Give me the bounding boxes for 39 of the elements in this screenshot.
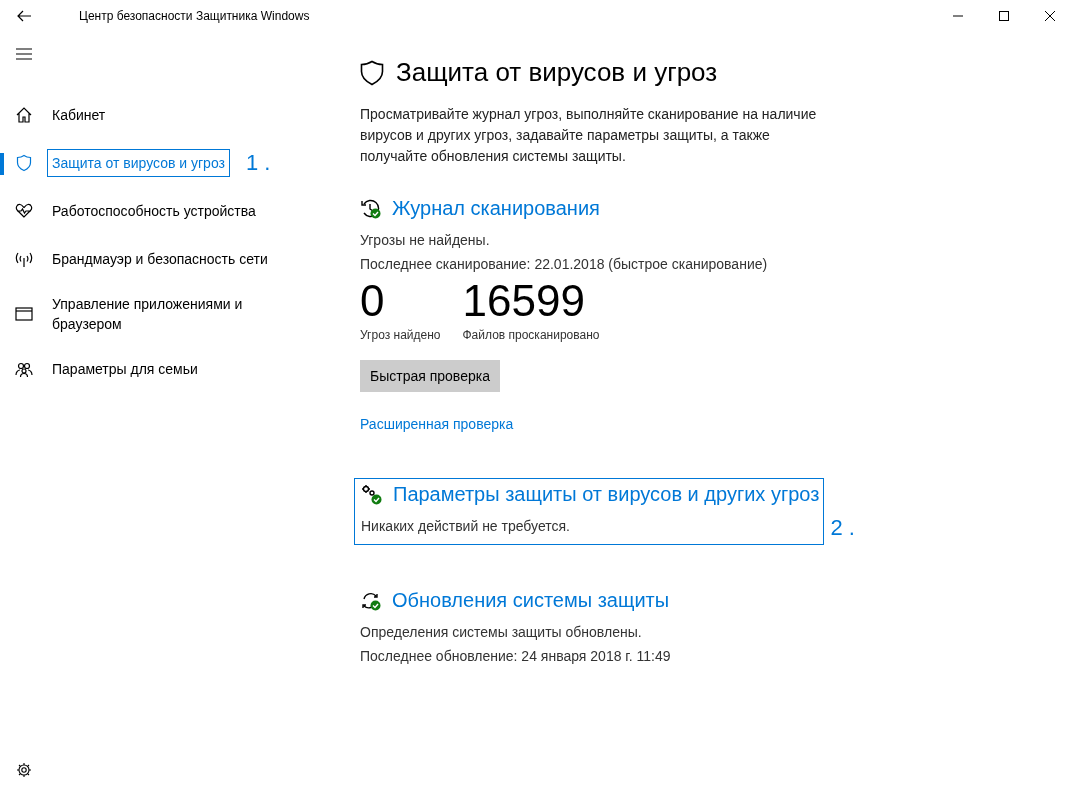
sidebar-item[interactable]: Параметры для семьи <box>47 355 203 383</box>
stat-value: 16599 <box>462 276 586 326</box>
stat-label: Угроз найдено <box>360 328 441 342</box>
annotation-number: 2 . <box>830 515 855 541</box>
home-icon <box>15 106 33 124</box>
status-text: Угрозы не найдены. <box>360 231 490 250</box>
sidebar-item[interactable]: Кабинет <box>47 101 111 129</box>
quick-scan-button[interactable]: Быстрая проверка <box>360 360 500 392</box>
maximize-icon[interactable] <box>999 10 1009 21</box>
section-heading-link[interactable]: Параметры защиты от вирусов и других угроз <box>393 483 820 506</box>
section-heading-link[interactable]: Журнал сканирования <box>392 197 600 220</box>
status-text: Никаких действий не требуется. <box>361 517 570 536</box>
menu-icon[interactable] <box>16 48 32 60</box>
history-check-icon <box>360 197 382 220</box>
settings-icon[interactable] <box>16 762 32 778</box>
shield-icon <box>15 154 33 172</box>
stat-label: Файлов просканировано <box>462 328 600 342</box>
status-text: Последнее обновление: 24 января 2018 г. 11:49 <box>360 647 671 666</box>
window-title: Центр безопасности Защитника Windows <box>79 8 310 23</box>
gears-check-icon <box>361 483 383 506</box>
status-text: Определения системы защиты обновлены. <box>360 623 642 642</box>
page-title: Защита от вирусов и угроз <box>396 57 718 88</box>
back-arrow-icon[interactable] <box>17 9 31 22</box>
annotation-number: 1 . <box>245 150 271 176</box>
window-icon <box>15 305 33 323</box>
sidebar-item[interactable]: Работоспособность устройства <box>47 197 261 225</box>
sidebar-item[interactable]: Управление приложениями и браузером <box>47 290 287 338</box>
people-icon <box>15 360 33 378</box>
stat-value: 0 <box>360 276 386 326</box>
close-icon[interactable] <box>1045 10 1055 21</box>
status-text: Последнее сканирование: 22.01.2018 (быстрое сканирование) <box>360 255 768 274</box>
page-description: Просматривайте журнал угроз, выполняйте сканирование на наличие вирусов и других угроз, задавайте параметры защиты, а также получайте обновления системы защиты. <box>360 105 818 166</box>
advanced-scan-link[interactable]: Расширенная проверка <box>360 416 514 432</box>
shield-icon <box>360 59 384 86</box>
antenna-icon <box>15 250 33 268</box>
sidebar-item[interactable]: Брандмауэр и безопасность сети <box>47 245 273 273</box>
section-heading-link[interactable]: Обновления системы защиты <box>392 589 670 612</box>
sidebar-item[interactable]: Защита от вирусов и угроз <box>47 149 230 177</box>
heart-icon <box>15 202 33 220</box>
